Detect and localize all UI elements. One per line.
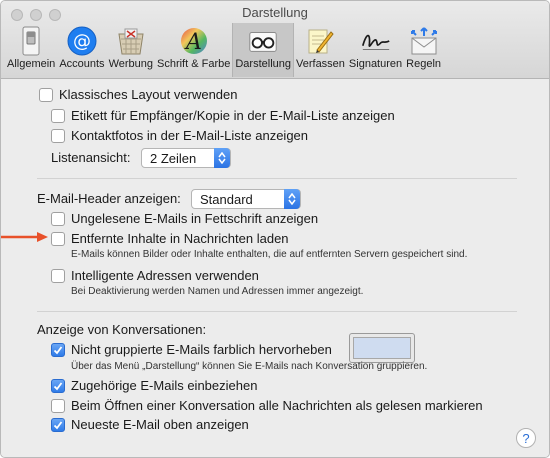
option-label: Entfernte Inhalte in Nachrichten laden — [71, 231, 289, 246]
smart-addresses-note: Bei Deaktivierung werden Namen und Adres… — [71, 286, 364, 297]
contact-photos-option[interactable]: Kontaktfotos in der E-Mail-Liste anzeige… — [51, 128, 308, 143]
tab-label: Allgemein — [7, 58, 56, 70]
option-label: Intelligente Adressen verwenden — [71, 268, 259, 283]
preferences-content: Klassisches Layout verwenden Etikett für… — [1, 80, 549, 457]
glasses-icon — [247, 25, 279, 57]
tab-accounts[interactable]: @ Accounts — [57, 23, 106, 77]
arrow-annotation-icon — [1, 232, 48, 242]
mark-all-read-checkbox[interactable] — [51, 398, 65, 413]
bold-unread-checkbox[interactable] — [51, 211, 65, 226]
svg-text:@: @ — [73, 31, 91, 52]
list-preview-popup[interactable]: 2 Zeilen — [141, 148, 231, 168]
load-remote-content-checkbox[interactable] — [51, 231, 65, 246]
show-cc-label-checkbox[interactable] — [51, 108, 65, 123]
load-remote-content-note: E-Mails können Bilder oder Inhalte entha… — [71, 249, 468, 260]
tab-schrift-farbe[interactable]: A Schrift & Farbe — [155, 23, 232, 77]
conversations-heading: Anzeige von Konversationen: — [37, 322, 207, 337]
classic-layout-checkbox[interactable] — [39, 87, 53, 102]
show-cc-label-option[interactable]: Etikett für Empfänger/Kopie in der E-Mai… — [51, 108, 395, 123]
preferences-toolbar: Allgemein @ Accounts Werbung A Schrift &… — [5, 23, 443, 77]
option-label: Etikett für Empfänger/Kopie in der E-Mai… — [71, 108, 395, 123]
popup-value: Standard — [200, 191, 253, 207]
newest-on-top-checkbox[interactable] — [51, 417, 65, 432]
junk-basket-icon — [115, 25, 147, 57]
highlight-color-well[interactable] — [349, 333, 415, 363]
highlight-ungrouped-checkbox[interactable] — [51, 342, 65, 357]
tab-label: Signaturen — [348, 58, 403, 70]
header-display-label: E-Mail-Header anzeigen: — [37, 191, 181, 206]
option-label: Neueste E-Mail oben anzeigen — [71, 417, 249, 432]
pencil-icon — [304, 25, 336, 57]
tab-label: Werbung — [108, 58, 153, 70]
tab-darstellung[interactable]: Darstellung — [232, 23, 294, 77]
load-remote-content-option[interactable]: Entfernte Inhalte in Nachrichten laden — [51, 231, 289, 246]
font-color-icon: A — [178, 25, 210, 57]
section-divider — [37, 178, 517, 179]
up-down-arrows-icon — [214, 148, 230, 168]
tab-allgemein[interactable]: Allgemein — [5, 23, 57, 77]
tab-regeln[interactable]: Regeln — [404, 23, 443, 77]
tab-label: Schrift & Farbe — [157, 58, 231, 70]
highlight-ungrouped-option[interactable]: Nicht gruppierte E-Mails farblich hervor… — [51, 342, 332, 357]
switch-icon — [15, 25, 47, 57]
smart-addresses-option[interactable]: Intelligente Adressen verwenden — [51, 268, 259, 283]
mark-all-read-option[interactable]: Beim Öffnen einer Konversation alle Nach… — [51, 398, 483, 413]
tab-verfassen[interactable]: Verfassen — [294, 23, 347, 77]
classic-layout-option[interactable]: Klassisches Layout verwenden — [39, 87, 238, 102]
popup-value: 2 Zeilen — [150, 150, 197, 166]
checkmark-icon — [53, 381, 63, 390]
up-down-arrows-icon — [284, 189, 300, 209]
envelope-rules-icon — [408, 25, 440, 57]
tab-signaturen[interactable]: Signaturen — [347, 23, 404, 77]
signature-icon — [360, 25, 392, 57]
checkmark-icon — [53, 345, 63, 354]
option-label: Klassisches Layout verwenden — [59, 87, 238, 102]
smart-addresses-checkbox[interactable] — [51, 268, 65, 283]
tab-label: Verfassen — [296, 58, 345, 70]
option-label: Nicht gruppierte E-Mails farblich hervor… — [71, 342, 332, 357]
option-label: Kontaktfotos in der E-Mail-Liste anzeige… — [71, 128, 309, 143]
svg-text:A: A — [184, 30, 202, 55]
at-sign-icon: @ — [66, 25, 98, 57]
bold-unread-option[interactable]: Ungelesene E-Mails in Fettschrift anzeig… — [51, 211, 318, 226]
checkmark-icon — [53, 420, 63, 429]
section-divider — [37, 311, 517, 312]
option-label: Beim Öffnen einer Konversation alle Nach… — [71, 398, 483, 413]
tab-label: Accounts — [59, 58, 105, 70]
highlight-ungrouped-note: Über das Menü „Darstellung“ können Sie E… — [71, 361, 428, 372]
tab-werbung[interactable]: Werbung — [107, 23, 155, 77]
option-label: Ungelesene E-Mails in Fettschrift anzeig… — [71, 211, 319, 226]
option-label: Zugehörige E-Mails einbeziehen — [71, 378, 258, 393]
newest-on-top-option[interactable]: Neueste E-Mail oben anzeigen — [51, 417, 249, 432]
help-button[interactable]: ? — [516, 428, 536, 448]
list-preview-label: Listenansicht: — [51, 150, 131, 165]
preferences-window: Darstellung Allgemein @ Accounts Werbung… — [0, 0, 550, 458]
include-related-checkbox[interactable] — [51, 378, 65, 393]
header-display-popup[interactable]: Standard — [191, 189, 301, 209]
contact-photos-checkbox[interactable] — [51, 128, 65, 143]
tab-label: Regeln — [406, 58, 441, 70]
include-related-option[interactable]: Zugehörige E-Mails einbeziehen — [51, 378, 257, 393]
window-title: Darstellung — [242, 5, 308, 20]
tab-label: Darstellung — [235, 58, 291, 70]
titlebar: Darstellung Allgemein @ Accounts Werbung… — [1, 1, 549, 79]
highlight-color-swatch — [353, 337, 411, 359]
